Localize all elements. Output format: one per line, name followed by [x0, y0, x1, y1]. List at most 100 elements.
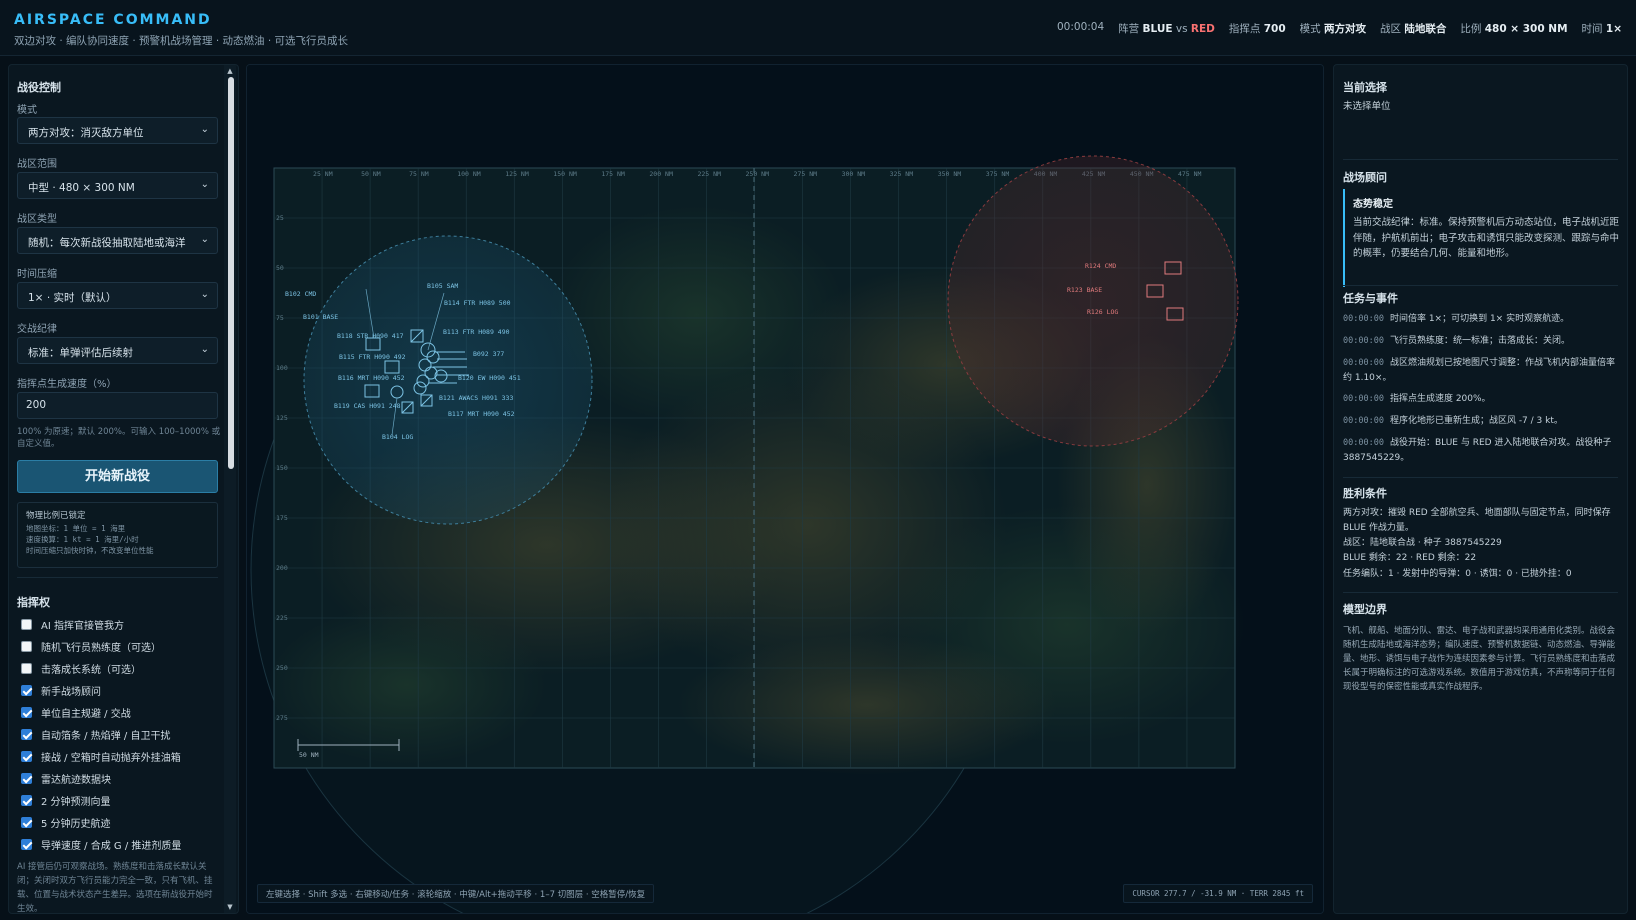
ruler-tick-label: 25 — [276, 214, 284, 222]
ruler-tick-label: 325 NM — [890, 170, 914, 178]
cp-rate-field-label: 指挥点生成速度（%） — [17, 379, 117, 390]
check-label: 5 分钟历史航迹 — [41, 818, 111, 830]
type-select-value: 随机：每次新战役抽取陆地或海洋 — [28, 237, 186, 249]
check-advisor[interactable]: 新手战场顾问 — [21, 682, 101, 698]
mode-label: 模式 — [1299, 23, 1321, 35]
checkbox[interactable] — [21, 640, 32, 652]
checkbox[interactable] — [21, 794, 32, 806]
event-item: 00:00:00 指挥点生成速度 200%。 — [1343, 392, 1620, 407]
check-random-skill[interactable]: 随机飞行员熟练度（可选） — [21, 638, 161, 654]
timecomp-select-value: 1× · 实时（默认） — [28, 292, 117, 304]
mode-select-value: 两方对攻：消灭敌方单位 — [28, 127, 144, 139]
advisor-title: 战场顾问 — [1343, 171, 1387, 184]
ruler-tick-label: 375 NM — [986, 170, 1010, 178]
ruler-tick-label: 350 NM — [938, 170, 962, 178]
unit-label: B114 FTR H089 500 — [444, 299, 511, 307]
physics-lock-line: 地图坐标：1 单位 = 1 海里 — [26, 524, 126, 533]
tactical-map[interactable]: 25 NM 50 NM 75 NM 100 NM 125 NM 150 NM 175 NM 2… — [246, 64, 1324, 914]
ruler-tick-label: 100 — [276, 364, 288, 372]
cp-rate-hint: 100% 为原速；默认 200%。可输入 100–1000% 或自定义值。 — [17, 427, 221, 449]
event-time: 00:00:00 — [1343, 358, 1384, 368]
checkbox[interactable] — [21, 772, 32, 784]
top-bar: AIRSPACE COMMAND 双边对攻 · 编队协同速度 · 预警机战场管理… — [0, 0, 1636, 56]
ruler-tick-label: 200 — [276, 564, 288, 572]
event-message: 时间倍率 1×；可切换到 1× 实时观察航迹。 — [1389, 314, 1570, 324]
checkbox[interactable] — [21, 662, 32, 674]
check-label: 击落成长系统（可选） — [41, 664, 141, 676]
physics-lock-line: 速度换算：1 kt = 1 海里/小时 — [26, 535, 139, 544]
check-label: 单位自主规避 / 交战 — [41, 708, 131, 720]
check-auto-countermeasures[interactable]: 自动箔条 / 热焰弹 / 自卫干扰 — [21, 726, 170, 742]
event-item: 00:00:00 飞行员熟练度：统一标准；击落成长：关闭。 — [1343, 334, 1620, 349]
checkbox[interactable] — [21, 750, 32, 762]
ruler-tick-label: 200 NM — [649, 170, 673, 178]
event-item: 00:00:00 战役开始：BLUE 与 RED 进入陆地联合对攻。战役种子 38… — [1343, 436, 1620, 465]
check-prediction-vector[interactable]: 2 分钟预测向量 — [21, 792, 111, 808]
mode-value: 两方对攻 — [1324, 23, 1367, 35]
checkbox[interactable] — [21, 684, 32, 696]
unit-label: B102 CMD — [285, 290, 316, 298]
app-subtitle: 双边对攻 · 编队协同速度 · 预警机战场管理 · 动态燃油 · 可选飞行员成长 — [14, 35, 349, 47]
check-ai-commander[interactable]: AI 指挥官接管我方 — [21, 616, 124, 632]
checkbox[interactable] — [21, 728, 32, 740]
time-readout: 时间 1× — [1582, 21, 1622, 36]
ruler-tick-label: 225 — [276, 614, 288, 622]
range-field-label: 战区范围 — [17, 159, 57, 170]
chevron-down-icon: ⌄ — [200, 124, 209, 135]
sides-label: 阵营 — [1118, 23, 1140, 35]
check-label: 接战 / 空箱时自动抛弃外挂油箱 — [41, 752, 181, 764]
left-scrollbar-thumb[interactable] — [228, 77, 234, 469]
event-item: 00:00:00 程序化地形已重新生成；战区风 -7 / 3 kt。 — [1343, 414, 1620, 429]
unit-label: B113 FTR H089 490 — [443, 328, 510, 336]
ruler-tick-label: 150 — [276, 464, 288, 472]
check-label: AI 指挥官接管我方 — [41, 620, 124, 632]
unit-label: B104 LOG — [382, 433, 413, 441]
check-radar-datablocks[interactable]: 雷达航迹数据块 — [21, 770, 111, 786]
scale-readout: 比例 480 × 300 NM — [1460, 21, 1567, 36]
physics-lock-line: 时间压缩只加快时钟，不改变单位性能 — [26, 546, 154, 555]
scroll-down-icon[interactable]: ▼ — [226, 903, 234, 911]
check-autonomous[interactable]: 单位自主规避 / 交战 — [21, 704, 131, 720]
red-side: RED — [1190, 23, 1215, 35]
scroll-up-icon[interactable]: ▲ — [226, 67, 234, 75]
check-label: 自动箔条 / 热焰弹 / 自卫干扰 — [41, 730, 171, 742]
ruler-tick-label: 275 — [276, 714, 288, 722]
roe-select[interactable]: 标准：单弹评估后续射 ⌄ — [17, 337, 218, 364]
event-item: 00:00:00 时间倍率 1×；可切换到 1× 实时观察航迹。 — [1343, 312, 1620, 327]
ruler-tick-label: 300 NM — [842, 170, 866, 178]
check-history-trail[interactable]: 5 分钟历史航迹 — [21, 814, 111, 830]
victory-line: BLUE 剩余：22 · RED 剩余：22 — [1343, 553, 1477, 563]
zone-label: 战区 — [1380, 23, 1402, 35]
unit-label: B092 377 — [473, 350, 504, 358]
divider — [1343, 285, 1618, 286]
map-canvas[interactable]: 25 NM 50 NM 75 NM 100 NM 125 NM 150 NM 175 NM 2… — [247, 65, 1324, 914]
type-select[interactable]: 随机：每次新战役抽取陆地或海洋 ⌄ — [17, 227, 218, 254]
check-label: 随机飞行员熟练度（可选） — [41, 642, 161, 654]
scale-label: 比例 — [1460, 23, 1482, 35]
ruler-tick-label: 125 — [276, 414, 288, 422]
checkbox[interactable] — [21, 838, 32, 850]
ruler-tick-label: 225 NM — [697, 170, 721, 178]
unit-label: B121 AWACS H091 333 — [439, 394, 513, 402]
unit-label: B101 BASE — [303, 313, 338, 321]
mode-select[interactable]: 两方对攻：消灭敌方单位 ⌄ — [17, 117, 218, 144]
cp-rate-input[interactable]: 200 — [17, 392, 218, 419]
checkbox[interactable] — [21, 618, 32, 630]
event-time: 00:00:00 — [1343, 314, 1384, 324]
check-kill-growth[interactable]: 击落成长系统（可选） — [21, 660, 141, 676]
timecomp-select[interactable]: 1× · 实时（默认） ⌄ — [17, 282, 218, 309]
divider — [17, 577, 218, 578]
event-message: 指挥点生成速度 200%。 — [1389, 394, 1491, 404]
blue-side: BLUE — [1142, 23, 1173, 35]
checkbox[interactable] — [21, 706, 32, 718]
event-time: 00:00:00 — [1343, 438, 1384, 448]
check-auto-drop-tanks[interactable]: 接战 / 空箱时自动抛弃外挂油箱 — [21, 748, 181, 764]
check-label: 2 分钟预测向量 — [41, 796, 111, 808]
range-select[interactable]: 中型 · 480 × 300 NM ⌄ — [17, 172, 218, 199]
event-time: 00:00:00 — [1343, 416, 1384, 426]
check-missile-stats[interactable]: 导弹速度 / 合成 G / 推进剂质量 — [21, 836, 181, 852]
start-campaign-button[interactable]: 开始新战役 — [17, 460, 218, 493]
ruler-tick-label: 275 NM — [794, 170, 818, 178]
checkbox[interactable] — [21, 816, 32, 828]
event-message: 程序化地形已重新生成；战区风 -7 / 3 kt。 — [1389, 416, 1563, 426]
